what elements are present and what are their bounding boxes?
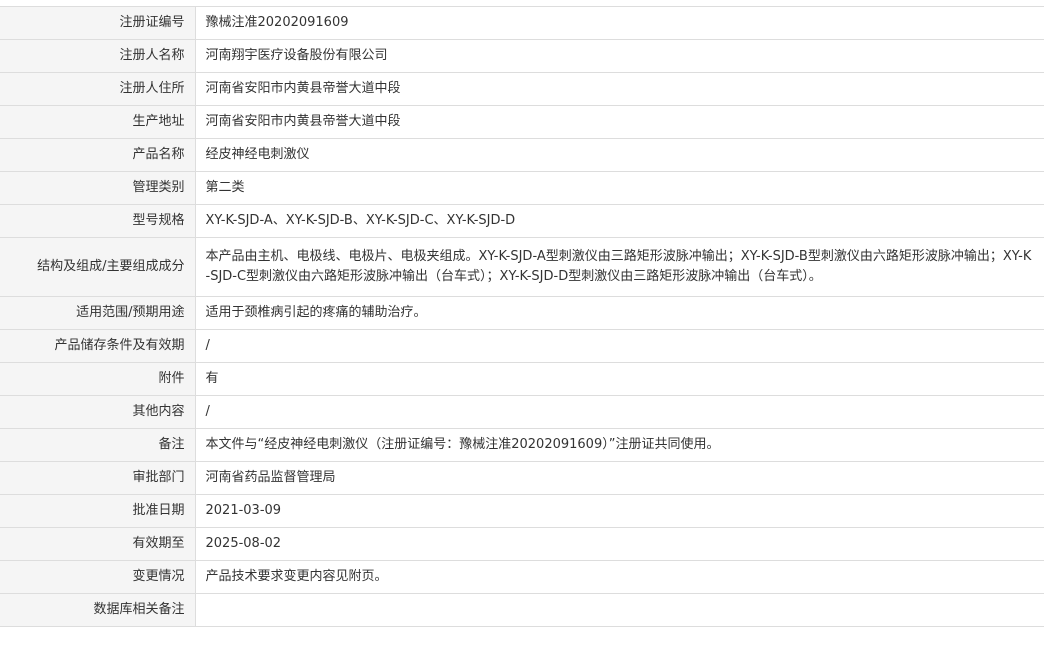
field-label: 产品名称 xyxy=(0,138,196,172)
field-label: 变更情况 xyxy=(0,560,196,594)
table-row-product-name: 产品名称 经皮神经电刺激仪 xyxy=(0,138,1044,172)
field-value: 河南翔宇医疗设备股份有限公司 xyxy=(195,39,1044,73)
field-label: 其他内容 xyxy=(0,395,196,429)
table-row-other-content: 其他内容 / xyxy=(0,395,1044,429)
field-label: 附件 xyxy=(0,362,196,396)
field-value: 本文件与“经皮神经电刺激仪（注册证编号：豫械注准20202091609）”注册证… xyxy=(195,428,1044,462)
registration-info-table: 注册证编号 豫械注准20202091609 注册人名称 河南翔宇医疗设备股份有限… xyxy=(0,6,1044,627)
field-label: 管理类别 xyxy=(0,171,196,205)
table-row-registrant-name: 注册人名称 河南翔宇医疗设备股份有限公司 xyxy=(0,39,1044,73)
table-row-attachment: 附件 有 xyxy=(0,362,1044,396)
field-label: 适用范围/预期用途 xyxy=(0,296,196,330)
table-row-registration-number: 注册证编号 豫械注准20202091609 xyxy=(0,6,1044,40)
table-row-structure-composition: 结构及组成/主要组成成分 本产品由主机、电极线、电极片、电极夹组成。XY-K-S… xyxy=(0,237,1044,297)
field-label: 备注 xyxy=(0,428,196,462)
field-label: 注册人名称 xyxy=(0,39,196,73)
table-row-remarks: 备注 本文件与“经皮神经电刺激仪（注册证编号：豫械注准20202091609）”… xyxy=(0,428,1044,462)
table-row-registrant-address: 注册人住所 河南省安阳市内黄县帝誉大道中段 xyxy=(0,72,1044,106)
field-value: 2021-03-09 xyxy=(195,494,1044,528)
table-row-management-category: 管理类别 第二类 xyxy=(0,171,1044,205)
field-value: XY-K-SJD-A、XY-K-SJD-B、XY-K-SJD-C、XY-K-SJ… xyxy=(195,204,1044,238)
field-label: 型号规格 xyxy=(0,204,196,238)
table-row-storage-validity: 产品储存条件及有效期 / xyxy=(0,329,1044,363)
field-value: / xyxy=(195,329,1044,363)
field-label: 产品储存条件及有效期 xyxy=(0,329,196,363)
field-value: 产品技术要求变更内容见附页。 xyxy=(195,560,1044,594)
field-value: 2025-08-02 xyxy=(195,527,1044,561)
field-label: 生产地址 xyxy=(0,105,196,139)
field-value: 豫械注准20202091609 xyxy=(195,6,1044,40)
field-label: 结构及组成/主要组成成分 xyxy=(0,237,196,297)
field-label: 审批部门 xyxy=(0,461,196,495)
table-row-production-address: 生产地址 河南省安阳市内黄县帝誉大道中段 xyxy=(0,105,1044,139)
field-value: 适用于颈椎病引起的疼痛的辅助治疗。 xyxy=(195,296,1044,330)
table-row-approval-department: 审批部门 河南省药品监督管理局 xyxy=(0,461,1044,495)
field-value xyxy=(195,593,1044,627)
field-value: 本产品由主机、电极线、电极片、电极夹组成。XY-K-SJD-A型刺激仪由三路矩形… xyxy=(195,237,1044,297)
field-value: 河南省药品监督管理局 xyxy=(195,461,1044,495)
table-row-valid-until: 有效期至 2025-08-02 xyxy=(0,527,1044,561)
table-row-database-remarks: 数据库相关备注 xyxy=(0,593,1044,627)
field-value: 第二类 xyxy=(195,171,1044,205)
field-label: 批准日期 xyxy=(0,494,196,528)
field-value: 河南省安阳市内黄县帝誉大道中段 xyxy=(195,72,1044,106)
field-label: 注册证编号 xyxy=(0,6,196,40)
table-row-intended-use: 适用范围/预期用途 适用于颈椎病引起的疼痛的辅助治疗。 xyxy=(0,296,1044,330)
table-row-approval-date: 批准日期 2021-03-09 xyxy=(0,494,1044,528)
table-row-change-status: 变更情况 产品技术要求变更内容见附页。 xyxy=(0,560,1044,594)
table-row-model-spec: 型号规格 XY-K-SJD-A、XY-K-SJD-B、XY-K-SJD-C、XY… xyxy=(0,204,1044,238)
field-label: 有效期至 xyxy=(0,527,196,561)
field-label: 数据库相关备注 xyxy=(0,593,196,627)
field-value: / xyxy=(195,395,1044,429)
field-value: 经皮神经电刺激仪 xyxy=(195,138,1044,172)
field-label: 注册人住所 xyxy=(0,72,196,106)
registration-detail-page: 注册证编号 豫械注准20202091609 注册人名称 河南翔宇医疗设备股份有限… xyxy=(0,0,1048,653)
field-value: 河南省安阳市内黄县帝誉大道中段 xyxy=(195,105,1044,139)
field-value: 有 xyxy=(195,362,1044,396)
